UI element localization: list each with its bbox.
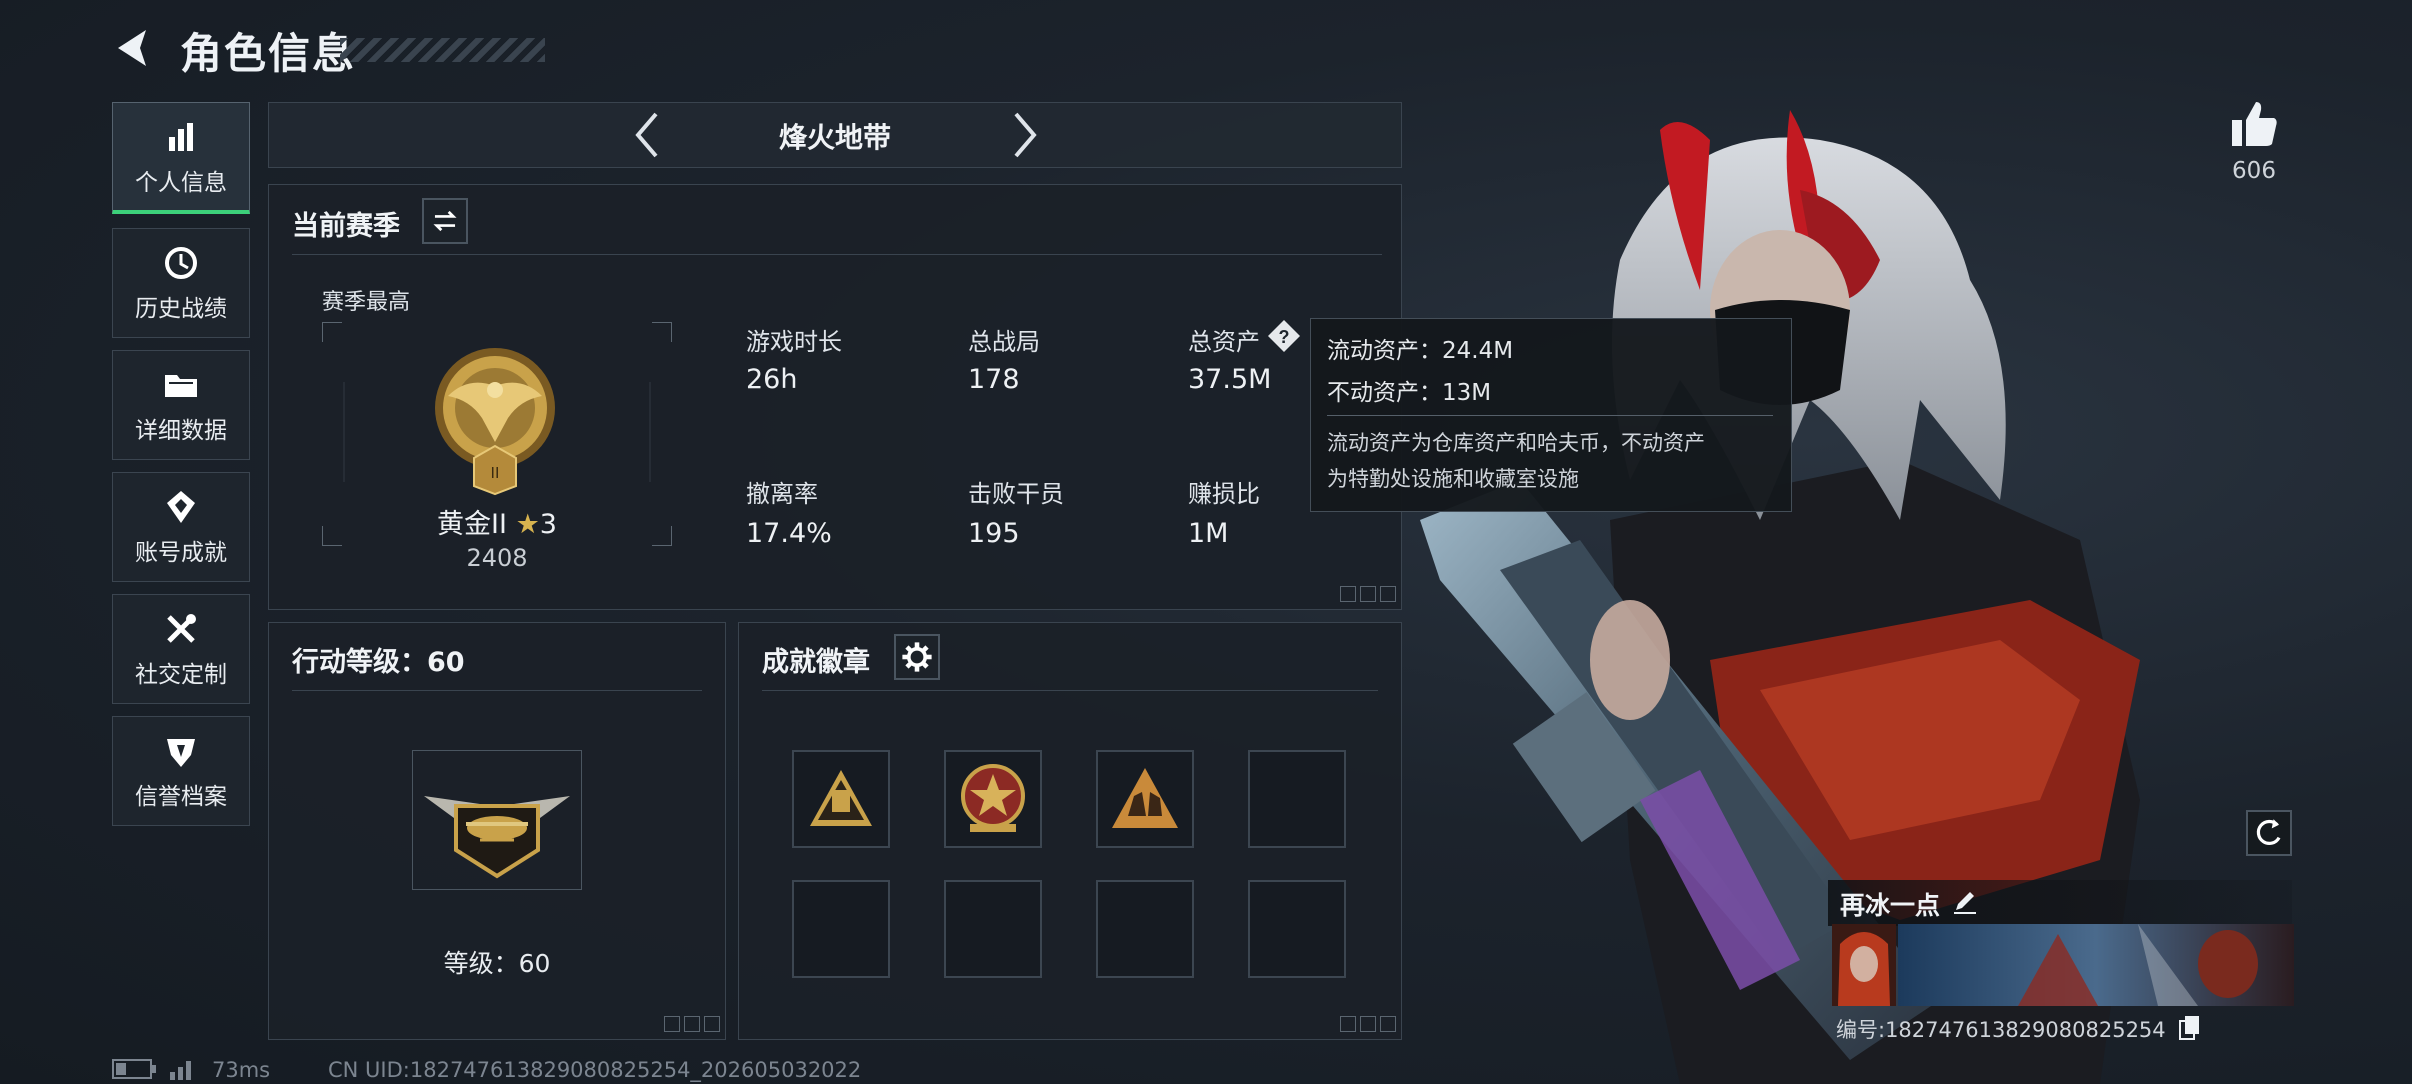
folder-icon — [165, 375, 197, 397]
rank-score: 2408 — [466, 544, 528, 572]
edit-name-pencil-icon[interactable] — [1950, 886, 1980, 916]
stat-label-play-time: 游戏时长 — [746, 328, 842, 356]
back-arrow-icon[interactable] — [112, 24, 160, 72]
stat-label-total-matches: 总战局 — [968, 328, 1040, 356]
level-text: 等级：60 — [443, 949, 551, 978]
sidebar-item-label: 历史战绩 — [135, 296, 227, 322]
rank-name-row: 黄金II ★3 — [322, 502, 672, 541]
badge-slot-3[interactable] — [1096, 750, 1194, 848]
stat-value-play-time: 26h — [746, 364, 798, 395]
stat-label-kills: 击败干员 — [968, 480, 1064, 508]
sidebar-item-label: 详细数据 — [135, 418, 227, 444]
svg-text:?: ? — [1279, 327, 1290, 347]
sidebar-item-achievements[interactable]: 账号成就 — [112, 472, 250, 582]
stat-value-kills: 195 — [968, 518, 1020, 549]
player-id-text: 编号:1827476138290808252​54 — [1836, 1018, 2166, 1042]
badge-slot-7[interactable] — [1096, 880, 1194, 978]
badge-slot-4[interactable] — [1248, 750, 1346, 848]
panel-corner-marks — [1340, 586, 1396, 602]
sidebar-item-personal-info[interactable]: 个人信息 — [112, 102, 250, 214]
panel-corner-marks — [664, 1016, 720, 1032]
stat-label-total-assets: 总资产 — [1188, 328, 1260, 356]
uid-text: CN UID:1827476138290808252​54_2026050320… — [328, 1058, 862, 1082]
sidebar-item-history[interactable]: 历史战绩 — [112, 228, 250, 338]
badges-divider — [762, 690, 1378, 691]
tooltip-fixed-assets: 不动资产：13M — [1327, 380, 1492, 406]
badge-slot-1[interactable] — [792, 750, 890, 848]
sidebar-item-reputation[interactable]: 信誉档案 — [112, 716, 250, 826]
shield-icon — [167, 739, 195, 767]
title-decoration — [340, 38, 545, 62]
tooltip-liquid-assets: 流动资产：24.4M — [1327, 338, 1514, 364]
season-divider — [292, 254, 1382, 255]
hourglass-badge-icon — [810, 770, 872, 826]
likes-count: 606 — [2232, 158, 2276, 184]
tooltip-divider — [1327, 415, 1773, 416]
gear-icon — [902, 642, 932, 672]
sidebar-item-label: 个人信息 — [135, 170, 227, 196]
helicopter-level-badge-icon — [424, 796, 570, 879]
soldiers-badge-icon — [1112, 768, 1178, 828]
rank-badge-numeral: II — [491, 465, 500, 482]
thumbs-up-icon[interactable] — [2228, 98, 2280, 150]
help-icon[interactable]: ? — [1266, 318, 1302, 354]
sidebar-item-label: 社交定制 — [135, 662, 227, 688]
season-title: 当前赛季 — [292, 211, 400, 242]
stat-label-extraction-rate: 撤离率 — [746, 480, 818, 508]
badge-slot-6[interactable] — [944, 880, 1042, 978]
player-banner-image[interactable] — [1898, 924, 2294, 1006]
copy-icon[interactable] — [2178, 1014, 2202, 1040]
signal-icon — [170, 1061, 191, 1080]
tooltip-desc-line2: 为特勤处设施和收藏室设施 — [1327, 467, 1579, 491]
action-level-title: 行动等级：60 — [292, 647, 465, 678]
badge-settings-button[interactable] — [894, 634, 940, 680]
player-id: 编号:1827476138290808252​54 — [1836, 1014, 2166, 1044]
swap-icon — [433, 210, 457, 232]
sidebar-item-label: 信誉档案 — [135, 784, 227, 810]
rank-name: 黄金II — [437, 509, 507, 540]
panel-corner-marks — [1340, 1016, 1396, 1032]
stat-label-profit-ratio: 赚损比 — [1188, 480, 1260, 508]
sidebar-item-social[interactable]: 社交定制 — [112, 594, 250, 704]
season-best-label: 赛季最高 — [322, 290, 411, 315]
tools-icon — [167, 614, 196, 643]
gold-rank-badge-icon: II — [435, 348, 555, 496]
action-level-divider — [292, 690, 702, 691]
star-emblem-badge-icon — [961, 764, 1025, 832]
badge-slot-5[interactable] — [792, 880, 890, 978]
refresh-icon — [2256, 819, 2281, 845]
sidebar-item-detailed-data[interactable]: 详细数据 — [112, 350, 250, 460]
badges-title: 成就徽章 — [762, 647, 870, 678]
switch-season-button[interactable] — [422, 198, 468, 244]
achievement-icon — [167, 491, 195, 523]
stat-value-total-matches: 178 — [968, 364, 1020, 395]
mode-label: 烽火地带 — [778, 121, 891, 154]
history-icon — [165, 247, 197, 279]
ping-text: 73ms — [212, 1058, 271, 1082]
badge-slot-2[interactable] — [944, 750, 1042, 848]
stat-value-profit-ratio: 1M — [1188, 518, 1229, 549]
badge-slot-8[interactable] — [1248, 880, 1346, 978]
assets-tooltip: 流动资产：24.4M 不动资产：13M 流动资产为仓库资产和哈夫币，不动资产 为… — [1310, 318, 1792, 512]
sidebar-item-label: 账号成就 — [135, 540, 227, 566]
tooltip-desc-line1: 流动资产为仓库资产和哈夫币，不动资产 — [1327, 431, 1705, 455]
star-icon: ★ — [515, 509, 540, 540]
page-title: 角色信息 — [180, 29, 357, 78]
player-avatar[interactable] — [1832, 924, 1896, 1006]
prev-mode-chevron-icon[interactable] — [628, 110, 668, 160]
stat-value-total-assets: 37.5M — [1188, 364, 1272, 395]
player-name: 再冰一点 — [1840, 891, 1941, 920]
rank-stars: 3 — [539, 509, 557, 540]
battery-icon — [112, 1059, 156, 1079]
next-mode-chevron-icon[interactable] — [1004, 110, 1044, 160]
bar-chart-icon — [169, 123, 193, 151]
stat-value-extraction-rate: 17.4% — [746, 518, 832, 549]
refresh-button[interactable] — [2246, 810, 2292, 856]
